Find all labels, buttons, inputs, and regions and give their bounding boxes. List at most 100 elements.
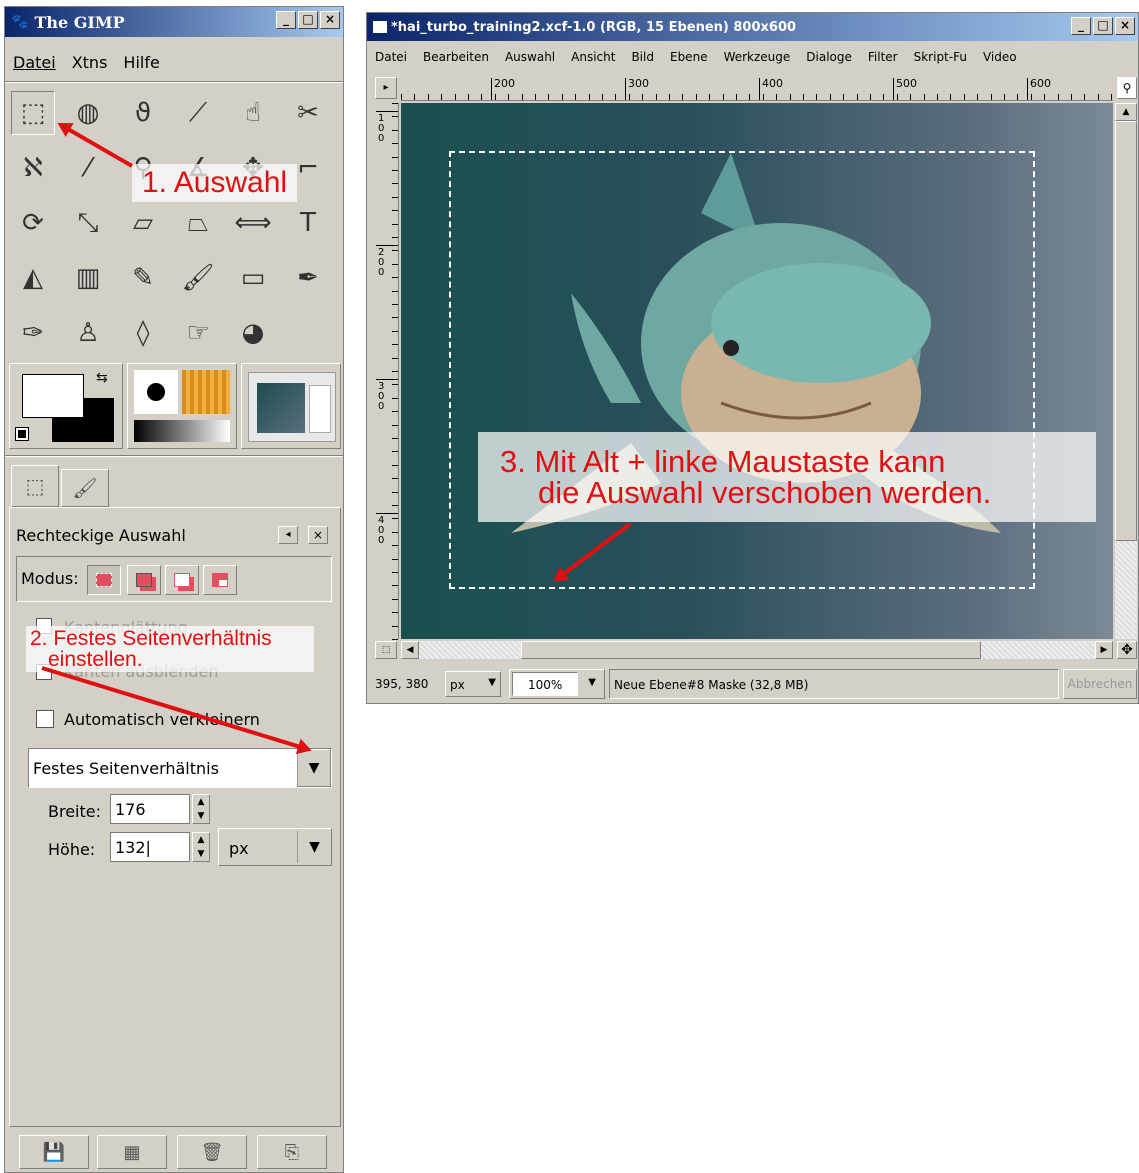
ruler-horizontal[interactable]: 200 300 400 500 600: [401, 75, 1113, 101]
unit-combo[interactable]: px ▼: [218, 828, 332, 866]
tool-paintbrush[interactable]: 🖌: [176, 256, 220, 300]
zoom-selector[interactable]: 100% ▼: [509, 669, 605, 699]
tool-perspective[interactable]: ⏢: [176, 201, 220, 245]
tool-bucket-fill[interactable]: ◭: [11, 256, 55, 300]
tool-magic-wand[interactable]: ⟋: [176, 91, 220, 135]
menu-skript-fu[interactable]: Skript-Fu: [906, 50, 975, 64]
width-field[interactable]: 176: [110, 794, 190, 824]
scroll-up-icon[interactable]: ▲: [1115, 103, 1137, 121]
toolbox-titlebar[interactable]: 🐾 The GIMP _ □ ×: [5, 7, 343, 37]
minimize-button[interactable]: _: [276, 11, 296, 29]
panel-close-icon[interactable]: ×: [308, 526, 328, 544]
mode-replace-button[interactable]: [87, 565, 121, 595]
menu-datei[interactable]: Datei: [5, 53, 64, 72]
tool-airbrush[interactable]: ✒: [286, 256, 330, 300]
ruler-tick: [682, 94, 684, 100]
menu-hilfe[interactable]: Hilfe: [115, 53, 167, 72]
navigate-icon[interactable]: ✥: [1117, 641, 1137, 659]
restore-options-button[interactable]: ▦: [97, 1135, 167, 1169]
delete-options-button[interactable]: 🗑: [177, 1135, 247, 1169]
tool-select-by-color[interactable]: ☝: [231, 91, 275, 135]
tool-ellipse-select[interactable]: ◍: [66, 91, 110, 135]
close-button[interactable]: ×: [320, 11, 340, 29]
brushes-tab[interactable]: 🖌: [61, 469, 109, 507]
tool-rect-select[interactable]: ⬚: [11, 91, 55, 135]
save-options-button[interactable]: 💾: [19, 1135, 89, 1169]
scroll-left-icon[interactable]: ◀: [401, 641, 419, 659]
ruler-tick: [392, 424, 398, 426]
image-close-button[interactable]: ×: [1115, 17, 1135, 35]
maximize-button[interactable]: □: [298, 11, 318, 29]
tool-scissors[interactable]: ✂: [286, 91, 330, 135]
mode-add-button[interactable]: [127, 565, 161, 595]
brush-preview[interactable]: [134, 370, 178, 414]
tool-convolve[interactable]: ◊: [121, 311, 165, 355]
image-thumbnail[interactable]: [248, 372, 336, 442]
height-spin-icon[interactable]: ▲ ▼: [192, 832, 210, 862]
auto-shrink-checkbox[interactable]: [36, 710, 54, 728]
image-canvas[interactable]: [401, 103, 1113, 639]
image-menu-button[interactable]: ▸: [375, 77, 397, 99]
image-titlebar[interactable]: *hai_turbo_training2.xcf-1.0 (RGB, 15 Eb…: [367, 13, 1138, 41]
swap-colors-icon[interactable]: ⇆: [96, 370, 108, 386]
width-spin-icon[interactable]: ▲ ▼: [192, 794, 210, 824]
tool-scale[interactable]: ⤡: [66, 201, 110, 245]
tool-clone[interactable]: ♙: [66, 311, 110, 355]
ruler-vertical[interactable]: 1 0 0 2 0 0 3 0 0 4 0 0: [375, 103, 399, 640]
tool-eraser[interactable]: ▭: [231, 256, 275, 300]
default-colors-icon[interactable]: [15, 427, 29, 441]
unit-chevron-down-icon[interactable]: ▼: [297, 831, 331, 863]
selection-marquee[interactable]: [449, 151, 1035, 589]
unit-selector[interactable]: px ▼: [445, 671, 501, 697]
vertical-scroll-thumb[interactable]: [1115, 121, 1137, 541]
ruler-tick: [392, 263, 398, 265]
menu-filter[interactable]: Filter: [860, 50, 906, 64]
menu-dialoge[interactable]: Dialoge: [798, 50, 860, 64]
menu-werkzeuge[interactable]: Werkzeuge: [716, 50, 799, 64]
menu-ansicht[interactable]: Ansicht: [563, 50, 623, 64]
cancel-button[interactable]: Abbrechen: [1063, 669, 1137, 699]
menu-xtns[interactable]: Xtns: [64, 53, 116, 72]
tool-shear[interactable]: ▱: [121, 201, 165, 245]
menu-datei[interactable]: Datei: [367, 50, 415, 64]
gradient-preview[interactable]: [134, 420, 230, 442]
tool-options-tab[interactable]: ⬚: [11, 465, 59, 507]
horizontal-scroll-thumb[interactable]: [521, 641, 981, 659]
pattern-preview[interactable]: [182, 370, 230, 414]
quickmask-button[interactable]: ⬚: [375, 641, 397, 659]
scroll-right-icon[interactable]: ▶: [1095, 641, 1113, 659]
tool-pencil[interactable]: ✎: [121, 256, 165, 300]
height-field[interactable]: 132 |: [110, 832, 190, 862]
tool-color-picker[interactable]: ⁄: [66, 146, 110, 190]
image-maximize-button[interactable]: □: [1093, 17, 1113, 35]
image-minimize-button[interactable]: _: [1071, 17, 1091, 35]
fixed-mode-combo[interactable]: Festes Seitenverhältnis ▼: [28, 748, 332, 788]
ruler-tick: [1057, 94, 1059, 100]
tool-dodge-burn[interactable]: ◕: [231, 311, 275, 355]
foreground-color-swatch[interactable]: [22, 374, 84, 418]
menu-ebene[interactable]: Ebene: [662, 50, 716, 64]
mode-intersect-button[interactable]: [203, 565, 237, 595]
tool-smudge[interactable]: ☞: [176, 311, 220, 355]
color-area: ⇆: [9, 363, 123, 449]
tool-blend[interactable]: ▥: [66, 256, 110, 300]
clone-icon: ♙: [76, 318, 100, 348]
menu-video[interactable]: Video: [975, 50, 1025, 64]
mode-subtract-button[interactable]: [165, 565, 199, 595]
reset-options-button[interactable]: ⎘: [257, 1135, 327, 1169]
tool-lasso[interactable]: ϑ: [121, 91, 165, 135]
tool-rotate[interactable]: ⟳: [11, 201, 55, 245]
blend-icon: ▥: [75, 263, 101, 293]
tool-ink[interactable]: ✑: [11, 311, 55, 355]
vertical-scrollbar[interactable]: ▲: [1115, 103, 1137, 639]
tool-text[interactable]: T: [286, 201, 330, 245]
menu-auswahl[interactable]: Auswahl: [497, 50, 563, 64]
zoom-button[interactable]: ⚲: [1117, 77, 1137, 99]
panel-menu-icon[interactable]: ◂: [278, 526, 298, 544]
status-message-frame: Neue Ebene#8 Maske (32,8 MB): [609, 669, 1059, 699]
tool-paths[interactable]: ℵ: [11, 146, 55, 190]
tool-flip[interactable]: ⟺: [231, 201, 275, 245]
menu-bild[interactable]: Bild: [623, 50, 662, 64]
horizontal-scrollbar[interactable]: ◀ ▶: [401, 641, 1113, 659]
menu-bearbeiten[interactable]: Bearbeiten: [415, 50, 497, 64]
